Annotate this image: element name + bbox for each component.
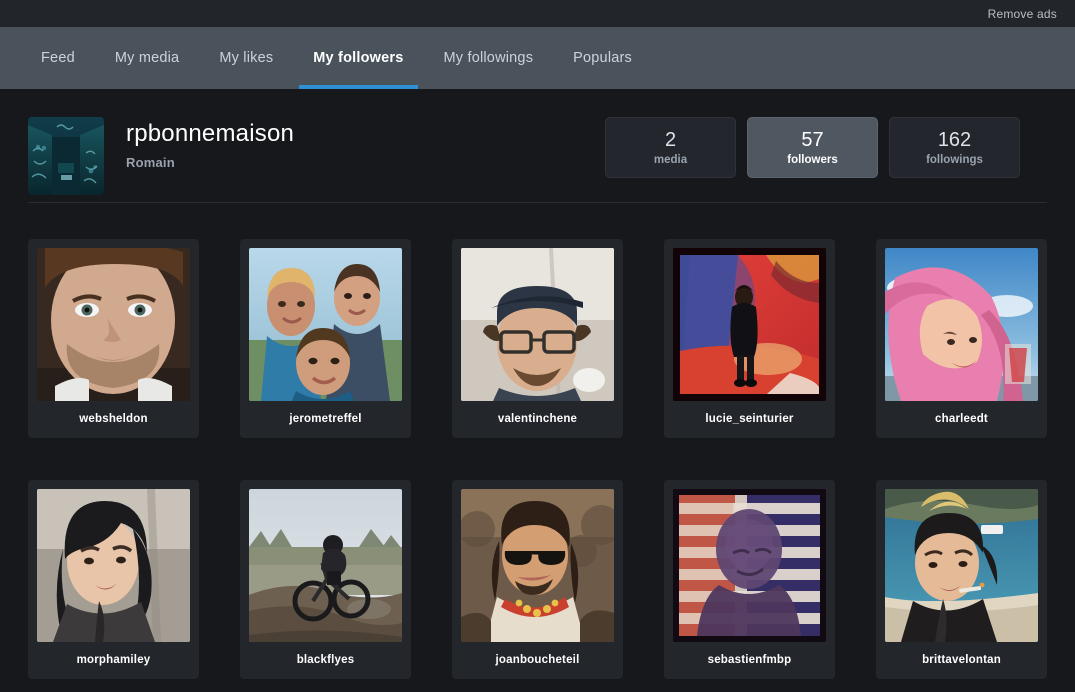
dirt-bike-rider-icon bbox=[249, 489, 402, 642]
follower-card-valentinchene[interactable]: valentinchene bbox=[452, 239, 623, 438]
follower-name: websheldon bbox=[79, 413, 148, 425]
follower-thumbnail bbox=[37, 248, 190, 401]
remove-ads-link[interactable]: Remove ads bbox=[988, 7, 1057, 21]
follower-thumbnail bbox=[461, 489, 614, 642]
profile-fullname: Romain bbox=[126, 155, 175, 171]
profile-username: rpbonnemaison bbox=[126, 120, 295, 147]
dark-hair-woman-icon bbox=[37, 489, 190, 642]
page-body: rpbonnemaison Romain 2 media 57 follower… bbox=[0, 89, 1075, 692]
top-ad-bar: Remove ads bbox=[0, 0, 1075, 27]
pink-hair-sky-icon bbox=[885, 248, 1038, 401]
follower-thumbnail bbox=[673, 248, 826, 401]
followers-grid: websheldon jerometreffel valentinchene l… bbox=[0, 203, 1075, 679]
follower-thumbnail bbox=[885, 489, 1038, 642]
profile-stats: 2 media 57 followers 162 followings bbox=[605, 117, 1020, 178]
main-navigation: Feed My media My likes My followers My f… bbox=[0, 27, 1075, 89]
follower-name: morphamiley bbox=[76, 654, 151, 666]
family-selfie-icon bbox=[249, 248, 402, 401]
man-cap-glasses-icon bbox=[461, 248, 614, 401]
portrait-bearded-man-icon bbox=[37, 248, 190, 401]
follower-name: charleedt bbox=[935, 413, 988, 425]
follower-card-charleedt[interactable]: charleedt bbox=[876, 239, 1047, 438]
stat-media[interactable]: 2 media bbox=[605, 117, 736, 178]
stat-followers[interactable]: 57 followers bbox=[747, 117, 878, 178]
profile-avatar-photo-icon bbox=[28, 117, 104, 195]
stat-followers-value: 57 bbox=[801, 128, 824, 151]
woman-beach-cigarette-icon bbox=[885, 489, 1038, 642]
nav-tab-my-likes[interactable]: My likes bbox=[199, 27, 293, 89]
follower-card-websheldon[interactable]: websheldon bbox=[28, 239, 199, 438]
follower-name: brittavelontan bbox=[922, 654, 1001, 666]
follower-name: lucie_seinturier bbox=[705, 413, 794, 425]
follower-card-morphamiley[interactable]: morphamiley bbox=[28, 480, 199, 679]
stat-followings-label: followings bbox=[926, 153, 983, 166]
profile-text: rpbonnemaison Romain bbox=[126, 117, 294, 170]
follower-name: joanboucheteil bbox=[495, 654, 580, 666]
nav-tab-feed[interactable]: Feed bbox=[28, 27, 95, 89]
stat-followings-value: 162 bbox=[937, 128, 972, 151]
follower-card-lucie-seinturier[interactable]: lucie_seinturier bbox=[664, 239, 835, 438]
stat-followers-label: followers bbox=[787, 153, 838, 166]
profile-header-container: rpbonnemaison Romain 2 media 57 follower… bbox=[0, 89, 1048, 202]
follower-thumbnail bbox=[673, 489, 826, 642]
nav-tab-my-media[interactable]: My media bbox=[95, 27, 199, 89]
sunglasses-man-crowd-icon bbox=[461, 489, 614, 642]
profile-header: rpbonnemaison Romain 2 media 57 follower… bbox=[28, 89, 1020, 202]
nav-tab-populars[interactable]: Populars bbox=[553, 27, 652, 89]
silhouette-blinds-icon bbox=[673, 489, 826, 642]
follower-card-brittavelontan[interactable]: brittavelontan bbox=[876, 480, 1047, 679]
figure-red-blue-room-icon bbox=[673, 248, 826, 401]
follower-thumbnail bbox=[885, 248, 1038, 401]
follower-thumbnail bbox=[37, 489, 190, 642]
avatar[interactable] bbox=[28, 117, 104, 195]
stat-media-value: 2 bbox=[664, 128, 677, 151]
follower-thumbnail bbox=[461, 248, 614, 401]
stat-followings[interactable]: 162 followings bbox=[889, 117, 1020, 178]
follower-name: valentinchene bbox=[497, 413, 578, 425]
follower-card-sebastienfmbp[interactable]: sebastienfmbp bbox=[664, 480, 835, 679]
follower-name: sebastienfmbp bbox=[707, 654, 792, 666]
follower-name: jerometreffel bbox=[289, 413, 362, 425]
follower-card-jerometreffel[interactable]: jerometreffel bbox=[240, 239, 411, 438]
follower-name: blackflyes bbox=[296, 654, 355, 666]
stat-media-label: media bbox=[653, 153, 688, 166]
follower-thumbnail bbox=[249, 248, 402, 401]
nav-tab-my-followings[interactable]: My followings bbox=[424, 27, 554, 89]
follower-thumbnail bbox=[249, 489, 402, 642]
nav-tab-my-followers[interactable]: My followers bbox=[293, 27, 423, 89]
follower-card-blackflyes[interactable]: blackflyes bbox=[240, 480, 411, 679]
follower-card-joanboucheteil[interactable]: joanboucheteil bbox=[452, 480, 623, 679]
